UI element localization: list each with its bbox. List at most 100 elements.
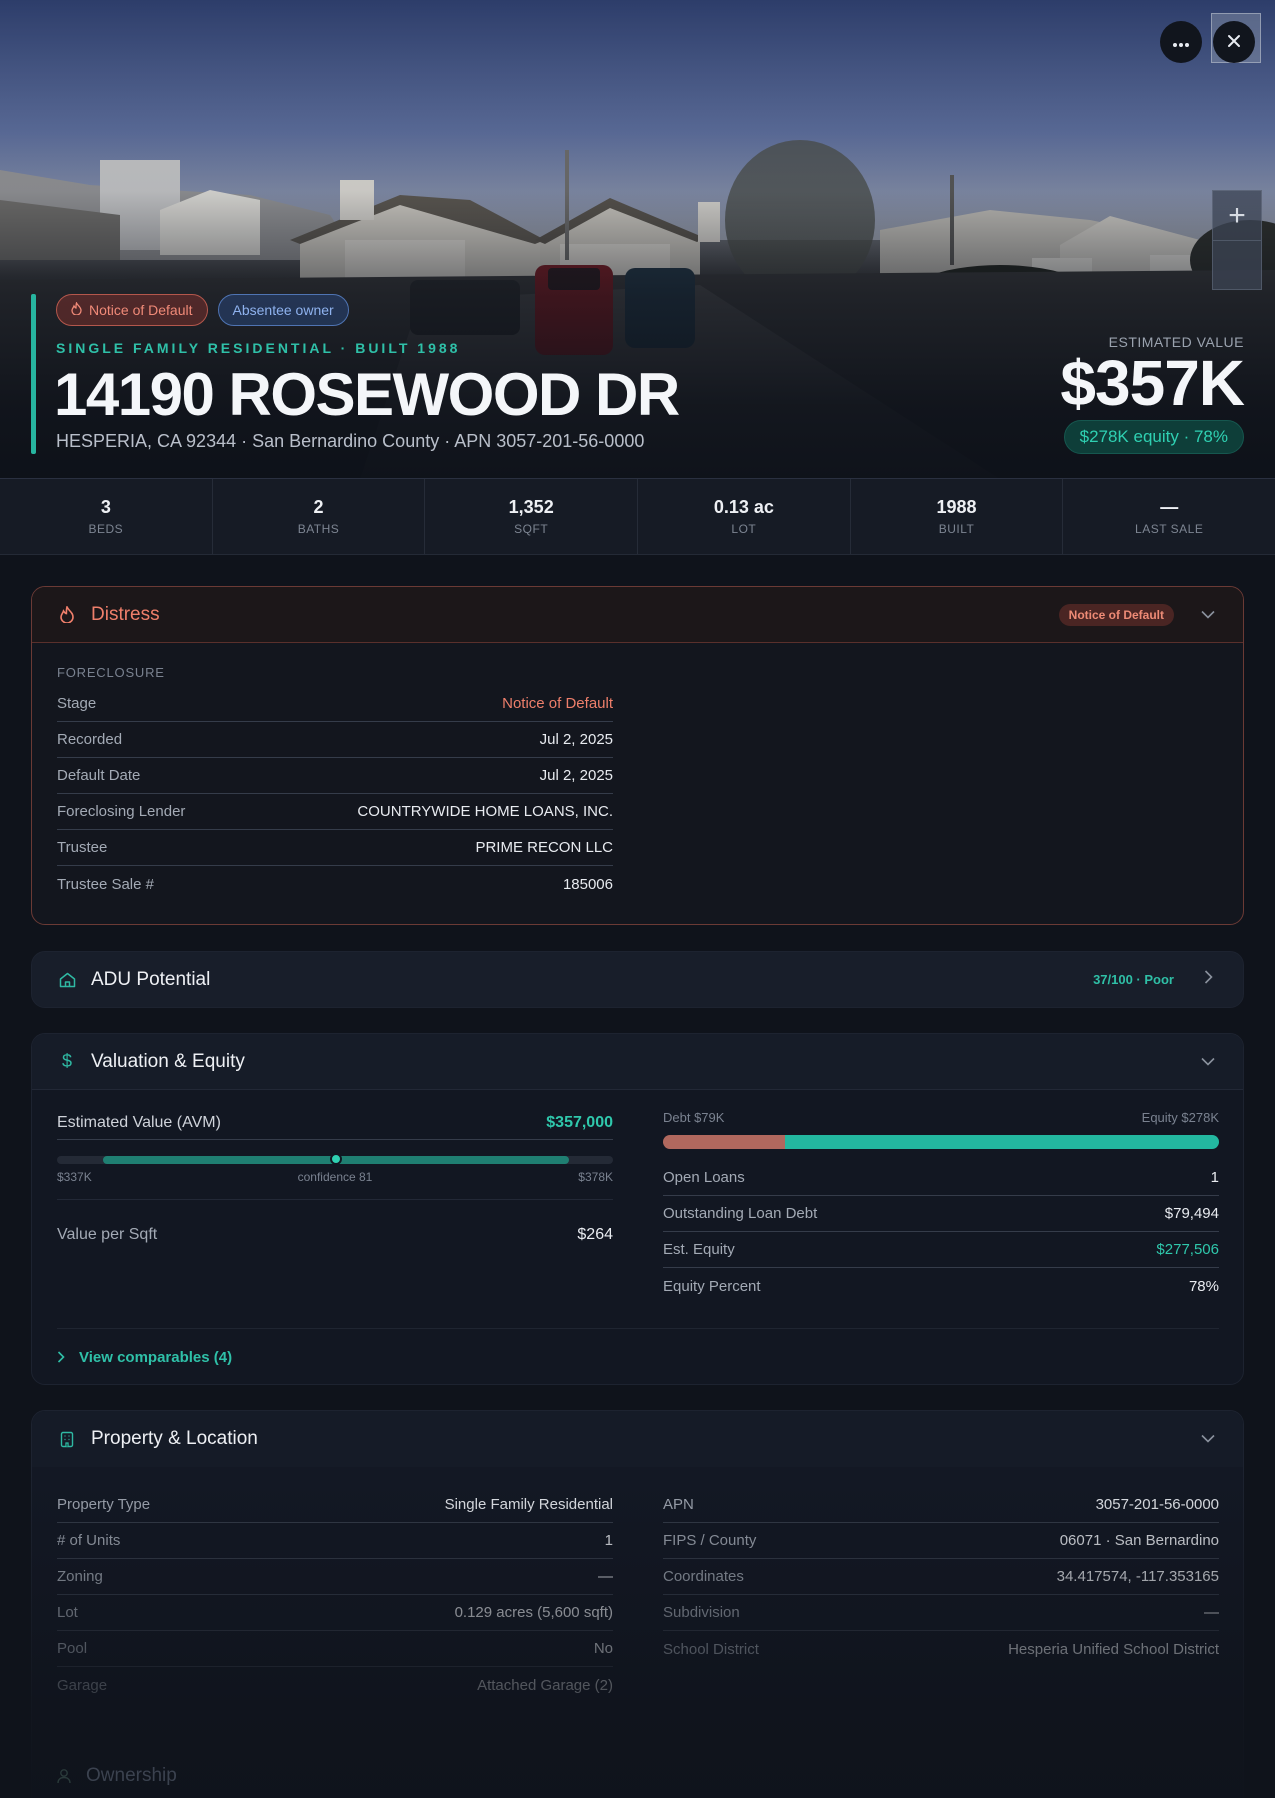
detail-key: Coordinates xyxy=(663,1568,744,1585)
property-stats-bar: 3 BEDS 2 BATHS 1,352 SQFT 0.13 ac LOT 1988 BU… xyxy=(0,479,1275,555)
detail-row-subdivision: Subdivision — xyxy=(663,1595,1219,1631)
detail-row-school-district: School District Hesperia Unified School D… xyxy=(663,1631,1219,1667)
detail-key: FIPS / County xyxy=(663,1532,757,1549)
detail-key: Property Type xyxy=(57,1496,151,1513)
estimated-value: $357K xyxy=(1060,347,1245,419)
detail-row-apn: APN 3057-201-56-0000 xyxy=(663,1487,1219,1523)
detail-value: 0.129 acres (5,600 sqft) xyxy=(454,1604,613,1621)
detail-key: Trustee Sale # xyxy=(57,875,154,893)
detail-row-units: # of Units 1 xyxy=(57,1523,613,1559)
detail-key: Est. Equity xyxy=(663,1241,735,1258)
equity-pill: $278K equity · 78% xyxy=(1063,420,1244,454)
close-button[interactable] xyxy=(1213,21,1255,63)
property-details-left: Property Type Single Family Residential #… xyxy=(57,1487,613,1703)
stat-label: LAST SALE xyxy=(1135,522,1204,536)
detail-key: APN xyxy=(663,1496,694,1513)
distress-title: Distress xyxy=(91,603,160,625)
avm-range-labels: $337K confidence 81 $378K xyxy=(57,1170,613,1184)
view-comparables-link[interactable]: View comparables (4) xyxy=(57,1328,1219,1366)
valuation-header[interactable]: $ Valuation & Equity xyxy=(32,1034,1243,1090)
detail-key: Garage xyxy=(57,1676,108,1694)
chevron-down-icon[interactable] xyxy=(1198,606,1218,624)
detail-row-est-equity: Est. Equity $277,506 xyxy=(663,1232,1219,1268)
detail-key: Pool xyxy=(57,1640,88,1657)
detail-key: Subdivision xyxy=(663,1604,740,1621)
avm-label: Estimated Value (AVM) xyxy=(57,1113,221,1131)
detail-value: No xyxy=(593,1640,613,1657)
ownership-section-header[interactable]: Ownership xyxy=(56,1765,177,1787)
detail-key: Zoning xyxy=(57,1568,103,1585)
detail-value: Jul 2, 2025 xyxy=(539,731,613,748)
detail-value: Attached Garage (2) xyxy=(477,1676,613,1694)
detail-key: Equity Percent xyxy=(663,1277,761,1295)
equity-segment xyxy=(785,1135,1219,1149)
close-icon xyxy=(1227,32,1241,52)
adu-potential-card[interactable]: ADU Potential 37/100 · Poor xyxy=(31,951,1244,1008)
debt-equity-bar xyxy=(663,1135,1219,1149)
stat-baths: 2 BATHS xyxy=(213,479,426,554)
flame-icon xyxy=(71,301,82,318)
detail-row-garage: Garage Attached Garage (2) xyxy=(57,1667,613,1703)
property-details-right: APN 3057-201-56-0000 FIPS / County 06071 ·… xyxy=(663,1487,1219,1667)
detail-row-stage: Stage Notice of Default xyxy=(57,686,613,722)
building-icon xyxy=(57,1431,77,1448)
chevron-down-icon[interactable] xyxy=(1198,1053,1218,1071)
detail-row-loan-debt: Outstanding Loan Debt $79,494 xyxy=(663,1196,1219,1232)
detail-row-fips: FIPS / County 06071 · San Bernardino xyxy=(663,1523,1219,1559)
detail-value: 34.417574, -117.353165 xyxy=(1056,1568,1219,1585)
value-per-sqft-label: Value per Sqft xyxy=(57,1225,158,1243)
detail-row-recorded: Recorded Jul 2, 2025 xyxy=(57,722,613,758)
detail-row-coordinates: Coordinates 34.417574, -117.353165 xyxy=(663,1559,1219,1595)
stat-value: 1,352 xyxy=(508,497,554,517)
property-title: Property & Location xyxy=(91,1428,258,1449)
detail-key: Outstanding Loan Debt xyxy=(663,1205,818,1222)
debt-segment xyxy=(663,1135,786,1149)
detail-key: Default Date xyxy=(57,767,141,784)
zoom-in-button[interactable]: + xyxy=(1213,191,1261,241)
home-icon xyxy=(57,972,77,988)
detail-value: 1 xyxy=(1210,1169,1219,1186)
detail-value: 06071 · San Bernardino xyxy=(1059,1532,1219,1549)
chevron-down-icon[interactable] xyxy=(1198,1430,1218,1448)
stat-label: BATHS xyxy=(297,522,340,536)
avm-value: $357,000 xyxy=(546,1113,613,1131)
distress-status-badge: Notice of Default xyxy=(1058,603,1174,626)
stat-value: 3 xyxy=(100,497,111,517)
distress-header[interactable]: Distress Notice of Default xyxy=(32,587,1243,643)
badge-label: Notice of Default xyxy=(89,302,193,318)
notice-of-default-badge: Notice of Default xyxy=(56,294,208,326)
property-header[interactable]: Property & Location xyxy=(32,1411,1243,1467)
valuation-title: Valuation & Equity xyxy=(91,1050,245,1072)
more-icon xyxy=(1172,32,1190,52)
valuation-equity-card: $ Valuation & Equity Estimated Value (AV… xyxy=(31,1033,1244,1385)
view-comparables-label: View comparables (4) xyxy=(79,1349,233,1366)
detail-value: — xyxy=(1204,1604,1219,1621)
equity-label: Equity $278K xyxy=(1141,1110,1219,1125)
value-per-sqft: $264 xyxy=(577,1225,613,1243)
stat-beds: 3 BEDS xyxy=(0,479,213,554)
map-zoom-control: + xyxy=(1212,190,1262,290)
detail-row-lender: Foreclosing Lender COUNTRYWIDE HOME LOANS… xyxy=(57,794,613,830)
adu-score: 37/100 · Poor xyxy=(1093,972,1174,987)
detail-row-pool: Pool No xyxy=(57,1631,613,1667)
more-options-button[interactable] xyxy=(1160,21,1202,63)
detail-value: Single Family Residential xyxy=(444,1496,613,1513)
flame-icon xyxy=(57,606,77,623)
avm-confidence-range xyxy=(57,1153,613,1165)
detail-value: 1 xyxy=(604,1532,613,1549)
ownership-title: Ownership xyxy=(86,1765,177,1786)
stat-value: 1988 xyxy=(936,497,977,517)
foreclosure-details: Stage Notice of Default Recorded Jul 2, 20… xyxy=(57,686,613,902)
address-subline: HESPERIA, CA 92344 · San Bernardino Coun… xyxy=(56,431,645,451)
stat-sqft: 1,352 SQFT xyxy=(425,479,639,554)
adu-header[interactable]: ADU Potential 37/100 · Poor xyxy=(32,952,1243,1007)
detail-value: $79,494 xyxy=(1164,1205,1219,1222)
stat-label: LOT xyxy=(731,522,757,536)
detail-key: # of Units xyxy=(57,1532,121,1549)
distress-card: Distress Notice of Default FORECLOSURE S… xyxy=(31,586,1244,925)
detail-key: Lot xyxy=(57,1604,78,1621)
chevron-right-icon[interactable] xyxy=(1198,970,1218,989)
stat-last-sale: — LAST SALE xyxy=(1063,479,1275,554)
foreclosure-caption: FORECLOSURE xyxy=(57,665,165,680)
detail-key: Recorded xyxy=(57,731,123,748)
